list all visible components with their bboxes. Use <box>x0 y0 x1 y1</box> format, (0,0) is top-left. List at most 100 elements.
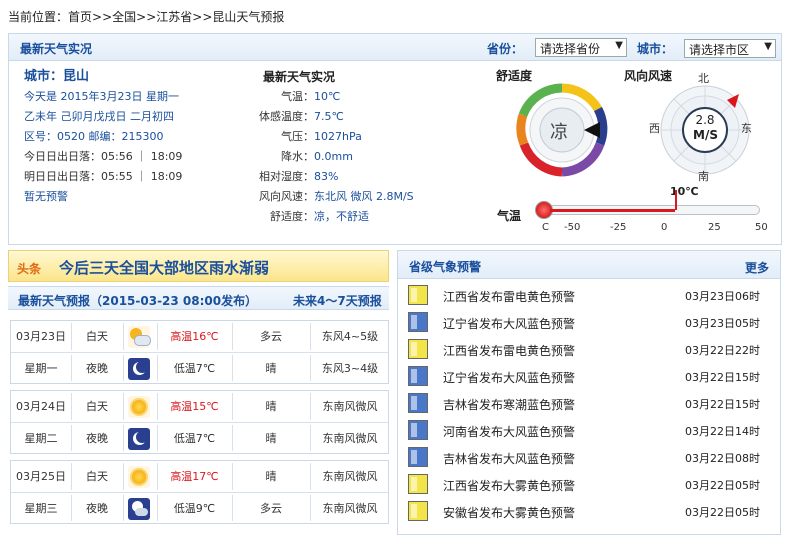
alert-status: 暂无预警 <box>24 190 68 203</box>
lunar-date: 乙未年 己卯月戊戌日 二月初四 <box>24 110 174 123</box>
observation-row: 体感温度：7.5℃ <box>254 107 414 127</box>
forecast-day: 03月23日 白天 高温16℃ 多云 东风4~5级 星期一 夜晚 低温7℃ 晴 东风3~4级 <box>10 320 389 384</box>
observation-row: 气压：1027hPa <box>254 127 414 147</box>
forecast-weather: 晴 <box>265 432 277 445</box>
forecast-date: 03月24日 <box>16 400 66 413</box>
warning-item[interactable]: 江西省发布大雾黄色预警 03月22日05时 <box>408 471 772 498</box>
forecast-weather: 晴 <box>265 400 277 413</box>
obs-label: 气温： <box>281 90 314 103</box>
warning-text[interactable]: 江西省发布雷电黄色预警 <box>443 342 575 359</box>
forecast-temp: 高温15℃ <box>170 400 219 413</box>
breadcrumb-prefix: 当前位置： <box>8 10 69 24</box>
breadcrumb: 当前位置：首页>>全国>>江苏省>>昆山天气预报 <box>8 8 284 25</box>
headline-link[interactable]: 今后三天全国大部地区雨水渐弱 <box>59 257 269 278</box>
compass-south: 南 <box>698 170 709 183</box>
province-select[interactable]: 请选择省份 ▼ <box>535 38 627 57</box>
breadcrumb-province[interactable]: 江苏省 <box>156 10 192 24</box>
warning-text[interactable]: 安徽省发布大雾黄色预警 <box>443 504 575 521</box>
warning-panel: 省级气象预警 更多 江西省发布雷电黄色预警 03月23日06时 辽宁省发布大风蓝色预… <box>397 250 781 535</box>
city-info: 城市：昆山 今天是 2015年3月23日 星期一 乙未年 己卯月戊戌日 二月初四… <box>24 67 182 207</box>
moon-icon <box>128 428 150 450</box>
forecast-wind: 东南风微风 <box>322 470 378 483</box>
obs-label: 相对湿度： <box>259 170 314 183</box>
forecast-temp: 高温17℃ <box>170 470 219 483</box>
warning-time: 03月22日14时 <box>685 425 760 438</box>
forecast-wind: 东南风微风 <box>322 432 378 445</box>
compass-west: 西 <box>649 122 660 135</box>
cloud-moon-icon <box>128 498 150 520</box>
thunder-yellow-icon <box>408 285 428 305</box>
warning-item[interactable]: 吉林省发布大风蓝色预警 03月22日08时 <box>408 444 772 471</box>
city-name: 城市：昆山 <box>24 69 90 84</box>
warning-more-link[interactable]: 更多 <box>745 259 769 276</box>
warning-text[interactable]: 辽宁省发布大风蓝色预警 <box>443 369 575 386</box>
sunrise-today: 今日日出日落：05:56 ｜ 18:09 <box>24 150 183 163</box>
forecast-period: 夜晚 <box>86 432 108 445</box>
forecast-weather: 多云 <box>260 330 282 343</box>
forecast-wind: 东风3~4级 <box>321 362 379 375</box>
gale-blue-icon <box>408 447 428 467</box>
warning-item[interactable]: 河南省发布大风蓝色预警 03月22日14时 <box>408 417 772 444</box>
forecast-weather: 晴 <box>265 470 277 483</box>
postal-info: 区号：0520 邮编：215300 <box>24 130 164 143</box>
warning-text[interactable]: 吉林省发布寒潮蓝色预警 <box>443 396 575 413</box>
warning-item[interactable]: 江西省发布雷电黄色预警 03月22日22时 <box>408 336 772 363</box>
warning-item[interactable]: 辽宁省发布大风蓝色预警 03月23日05时 <box>408 309 772 336</box>
warning-header: 省级气象预警 更多 <box>398 251 780 279</box>
warning-item[interactable]: 安徽省发布大雾黄色预警 03月22日05时 <box>408 498 772 525</box>
thermometer-tick-label: 25 <box>708 222 721 233</box>
warning-text[interactable]: 江西省发布雷电黄色预警 <box>443 288 575 305</box>
warning-text[interactable]: 辽宁省发布大风蓝色预警 <box>443 315 575 332</box>
future-forecast-link[interactable]: 未来4～7天预报 <box>293 292 382 309</box>
thunder-yellow-icon <box>408 339 428 359</box>
obs-value: 凉，不舒适 <box>314 210 369 223</box>
forecast-date: 03月23日 <box>16 330 66 343</box>
chevron-down-icon: ▼ <box>615 40 623 51</box>
breadcrumb-current: 昆山天气预报 <box>212 10 285 24</box>
warning-time: 03月23日05时 <box>685 317 760 330</box>
breadcrumb-separator: >> <box>92 10 113 24</box>
forecast-night-row: 星期三 夜晚 低温9℃ 多云 东南风微风 <box>11 492 388 523</box>
thermometer-tick-label: -50 <box>564 222 581 233</box>
observation-list: 气温：10℃ 体感温度：7.5℃ 气压：1027hPa 降水：0.0mm 相对湿… <box>254 87 414 227</box>
obs-label: 舒适度： <box>270 210 314 223</box>
thermometer-ticks: C -50 -25 0 25 50 <box>534 222 768 236</box>
fog-yellow-icon <box>408 474 428 494</box>
forecast-temp: 高温16℃ <box>170 330 219 343</box>
sun-icon <box>128 466 150 488</box>
obs-value: 10℃ <box>314 90 341 103</box>
live-weather-title: 最新天气实况 <box>20 42 93 56</box>
breadcrumb-country[interactable]: 全国 <box>112 10 136 24</box>
forecast-wind: 东南风微风 <box>322 502 378 515</box>
warning-text[interactable]: 江西省发布大雾黄色预警 <box>443 477 575 494</box>
warning-time: 03月22日15时 <box>685 371 760 384</box>
compass-east: 东 <box>741 122 752 135</box>
warning-item[interactable]: 吉林省发布寒潮蓝色预警 03月22日15时 <box>408 390 772 417</box>
warning-time: 03月22日05时 <box>685 506 760 519</box>
province-select-value: 请选择省份 <box>540 42 601 56</box>
warning-title: 省级气象预警 <box>409 260 482 274</box>
forecast-wind: 东风4~5级 <box>321 330 379 343</box>
breadcrumb-home[interactable]: 首页 <box>68 10 92 24</box>
thermometer <box>534 190 764 220</box>
province-label: 省份： <box>487 42 524 56</box>
warning-item[interactable]: 江西省发布雷电黄色预警 03月23日06时 <box>408 282 772 309</box>
forecast-temp: 低温7℃ <box>173 432 216 445</box>
obs-label: 风向风速： <box>259 190 314 203</box>
warning-time: 03月22日15时 <box>685 398 760 411</box>
obs-label: 体感温度： <box>259 110 314 123</box>
city-label: 城市： <box>637 42 674 56</box>
city-select[interactable]: 请选择市区 ▼ <box>684 39 776 58</box>
forecast-header: 最新天气预报（2015-03-23 08:00发布） 未来4～7天预报 <box>8 286 389 310</box>
moon-icon <box>128 358 150 380</box>
warning-text[interactable]: 河南省发布大风蓝色预警 <box>443 423 575 440</box>
forecast-night-row: 星期一 夜晚 低温7℃ 晴 东风3~4级 <box>11 352 388 383</box>
warning-item[interactable]: 辽宁省发布大风蓝色预警 03月22日15时 <box>408 363 772 390</box>
forecast-weather: 晴 <box>265 362 277 375</box>
forecast-wind: 东南风微风 <box>322 400 378 413</box>
warning-text[interactable]: 吉林省发布大风蓝色预警 <box>443 450 575 467</box>
thermometer-marker <box>674 190 677 210</box>
thermometer-tick-label: 50 <box>755 222 768 233</box>
wind-speed: 2.8 <box>695 113 715 127</box>
live-weather-panel: 最新天气实况 省份： 请选择省份 ▼ 城市： 请选择市区 ▼ 城市：昆山 今天是… <box>8 33 782 245</box>
